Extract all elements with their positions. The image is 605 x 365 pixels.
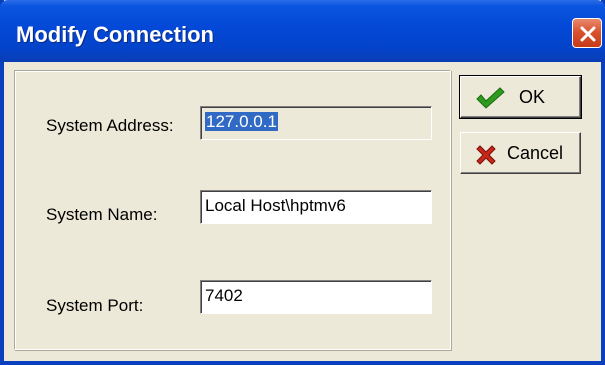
system-port-input[interactable]: 7402 bbox=[200, 280, 432, 314]
ok-button-label: OK bbox=[519, 87, 546, 107]
system-name-input[interactable]: Local Host\hptmv6 bbox=[200, 190, 432, 224]
close-button[interactable] bbox=[572, 18, 602, 48]
system-address-value: 127.0.0.1 bbox=[205, 112, 278, 131]
modify-connection-dialog: Modify Connection System Address: 127.0.… bbox=[0, 0, 605, 365]
cancel-button[interactable]: Cancel bbox=[460, 132, 581, 174]
ok-button[interactable]: OK bbox=[459, 75, 582, 119]
system-port-value: 7402 bbox=[205, 286, 243, 305]
system-address-label: System Address: bbox=[46, 116, 174, 135]
system-name-label: System Name: bbox=[46, 205, 158, 224]
checkmark-icon bbox=[475, 86, 505, 115]
system-name-value: Local Host\hptmv6 bbox=[205, 196, 346, 215]
close-icon bbox=[580, 26, 596, 42]
window-title: Modify Connection bbox=[16, 22, 214, 47]
title-bar[interactable]: Modify Connection bbox=[0, 0, 605, 62]
red-x-icon bbox=[475, 144, 497, 171]
system-address-field[interactable]: 127.0.0.1 bbox=[200, 106, 432, 140]
cancel-button-label: Cancel bbox=[507, 143, 564, 163]
system-port-label: System Port: bbox=[46, 296, 144, 315]
